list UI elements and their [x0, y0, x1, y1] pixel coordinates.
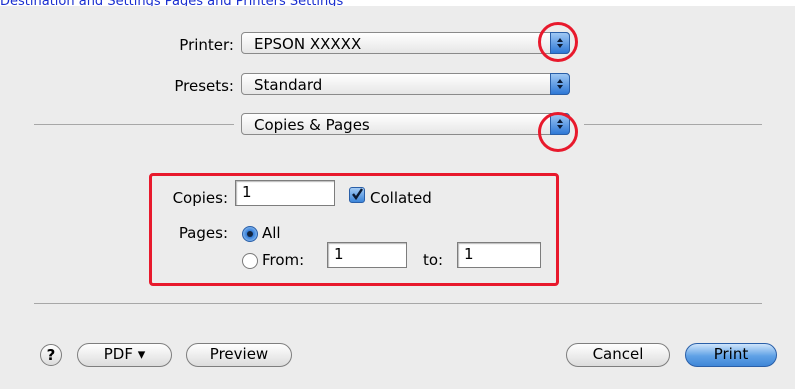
presets-popup[interactable]: Standard [241, 73, 570, 95]
printer-popup[interactable]: EPSON XXXXX [241, 32, 570, 54]
separator-right [584, 124, 762, 125]
separator-bottom [34, 303, 762, 304]
pages-all-radio[interactable] [242, 226, 258, 242]
presets-value: Standard [254, 76, 323, 94]
collated-label: Collated [370, 189, 432, 207]
pages-label: Pages: [178, 224, 228, 242]
printer-value: EPSON XXXXX [254, 35, 362, 53]
cancel-button[interactable]: Cancel [566, 343, 670, 367]
copies-label: Copies: [172, 189, 228, 207]
copies-field[interactable]: 1 [235, 180, 335, 206]
separator-left [34, 124, 234, 125]
pages-to-label: to: [423, 251, 444, 269]
pages-from-label: From: [262, 251, 305, 269]
preview-button[interactable]: Preview [186, 343, 292, 367]
presets-popup-arrows-icon[interactable] [550, 73, 570, 95]
panel-popup[interactable]: Copies & Pages [241, 113, 570, 135]
print-button[interactable]: Print [685, 343, 777, 367]
presets-label: Presets: [174, 77, 234, 95]
highlight-circle-printer [538, 22, 578, 62]
pages-to-field[interactable]: 1 [457, 242, 541, 268]
checkmark-icon [352, 188, 363, 201]
printer-label: Printer: [179, 36, 234, 54]
print-dialog: Printer: EPSON XXXXX Presets: Standard C… [0, 6, 795, 389]
pages-from-radio[interactable] [242, 253, 258, 269]
highlight-circle-panel [538, 112, 578, 152]
pages-all-label: All [262, 224, 281, 242]
panel-value: Copies & Pages [254, 116, 370, 134]
pages-from-field[interactable]: 1 [327, 242, 407, 268]
collated-checkbox[interactable] [349, 187, 365, 203]
pdf-button[interactable]: PDF ▾ [77, 343, 172, 367]
help-button[interactable]: ? [40, 344, 62, 366]
